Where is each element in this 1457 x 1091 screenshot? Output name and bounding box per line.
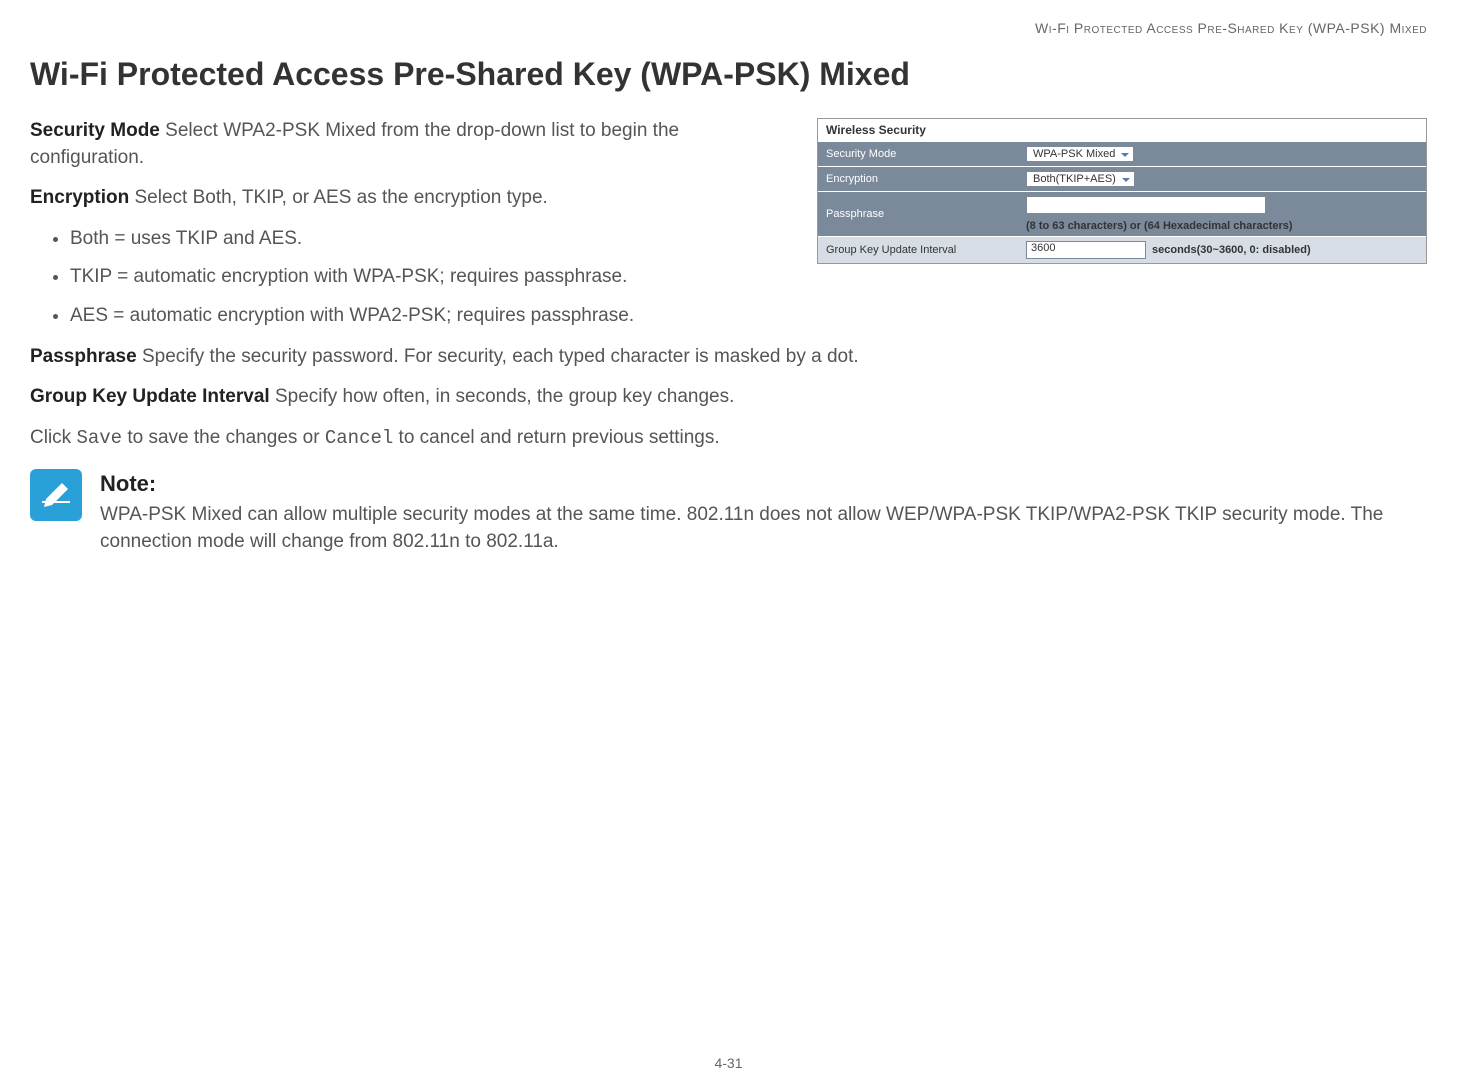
page-number: 4-31 <box>714 1055 742 1071</box>
panel-title: Wireless Security <box>818 119 1426 141</box>
save-prefix: Click <box>30 427 76 448</box>
encryption-term: Encryption <box>30 187 129 208</box>
note-title: Note: <box>100 469 1427 500</box>
row-encryption: Encryption Both(TKIP+AES) <box>818 167 1426 192</box>
encryption-text: Select Both, TKIP, or AES as the encrypt… <box>129 187 548 208</box>
encryption-label: Encryption <box>818 167 1018 192</box>
passphrase-para: Passphrase Specify the security password… <box>30 344 1427 371</box>
page-title: Wi-Fi Protected Access Pre-Shared Key (W… <box>30 56 1427 93</box>
cancel-code: Cancel <box>325 427 393 449</box>
save-suffix: to cancel and return previous settings. <box>393 427 719 448</box>
group-key-text: Specify how often, in seconds, the group… <box>270 386 735 407</box>
settings-table: Security Mode WPA-PSK Mixed Encryption B… <box>818 141 1426 263</box>
bullet-aes: AES = automatic encryption with WPA2-PSK… <box>70 303 1427 330</box>
security-mode-term: Security Mode <box>30 120 160 141</box>
group-key-term: Group Key Update Interval <box>30 386 270 407</box>
note-icon <box>30 469 82 521</box>
security-mode-label: Security Mode <box>818 142 1018 167</box>
note-block: Note: WPA-PSK Mixed can allow multiple s… <box>30 469 1427 555</box>
group-key-label: Group Key Update Interval <box>818 237 1018 264</box>
running-header: Wi-Fi Protected Access Pre-Shared Key (W… <box>30 20 1427 36</box>
passphrase-label: Passphrase <box>818 192 1018 237</box>
passphrase-term: Passphrase <box>30 346 137 367</box>
row-security-mode: Security Mode WPA-PSK Mixed <box>818 142 1426 167</box>
row-group-key: Group Key Update Interval 3600 seconds(3… <box>818 237 1426 264</box>
group-key-para: Group Key Update Interval Specify how of… <box>30 384 1427 411</box>
save-code: Save <box>76 427 122 449</box>
passphrase-text: Specify the security password. For secur… <box>137 346 859 367</box>
row-passphrase: Passphrase (8 to 63 characters) or (64 H… <box>818 192 1426 237</box>
save-cancel-para: Click Save to save the changes or Cancel… <box>30 425 1427 452</box>
wireless-security-panel: Wireless Security Security Mode WPA-PSK … <box>817 118 1427 264</box>
note-body: WPA-PSK Mixed can allow multiple securit… <box>100 502 1427 555</box>
security-mode-dropdown[interactable]: WPA-PSK Mixed <box>1026 146 1134 162</box>
passphrase-hint: (8 to 63 characters) or (64 Hexadecimal … <box>1026 220 1293 232</box>
group-key-input[interactable]: 3600 <box>1026 241 1146 259</box>
group-key-suffix: seconds(30~3600, 0: disabled) <box>1152 244 1311 256</box>
passphrase-input[interactable] <box>1026 196 1266 214</box>
encryption-dropdown[interactable]: Both(TKIP+AES) <box>1026 171 1135 187</box>
pencil-icon <box>38 477 74 513</box>
bullet-tkip: TKIP = automatic encryption with WPA-PSK… <box>70 264 1427 291</box>
save-mid: to save the changes or <box>122 427 325 448</box>
